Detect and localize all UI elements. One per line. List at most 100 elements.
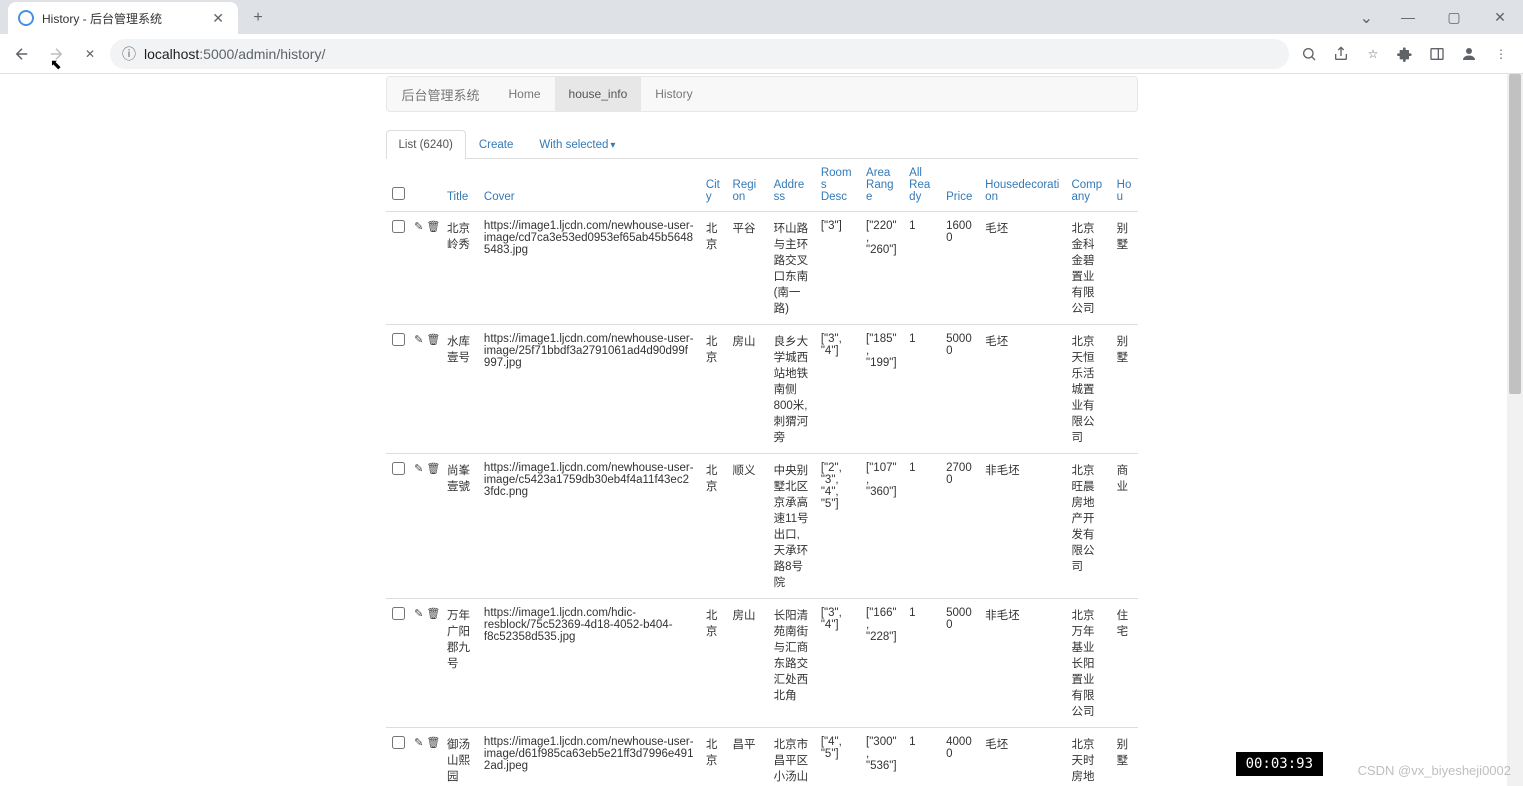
table-cell: https://image1.ljcdn.com/newhouse-user-i…	[478, 325, 700, 454]
row-checkbox[interactable]	[392, 736, 405, 749]
sidepanel-icon[interactable]	[1423, 40, 1451, 68]
row-checkbox[interactable]	[392, 462, 405, 475]
tab-list[interactable]: List (6240)	[386, 130, 466, 159]
site-info-icon[interactable]: ⓘ	[122, 44, 136, 64]
table-cell: 北京岭秀	[441, 212, 478, 325]
table-cell: ✎🗑	[408, 212, 441, 325]
tab-create[interactable]: Create	[466, 130, 527, 159]
new-tab-button[interactable]: +	[244, 4, 272, 32]
browser-tab[interactable]: History - 后台管理系统 ✕	[8, 2, 238, 34]
table-cell: 长阳清苑南街与汇商东路交汇处西北角	[768, 599, 815, 728]
tab-title: History - 后台管理系统	[42, 10, 200, 27]
column-header[interactable]: Address	[768, 159, 815, 212]
window-maximize-button[interactable]: ▢	[1431, 0, 1477, 34]
table-cell: 1	[903, 454, 940, 599]
back-button[interactable]	[8, 40, 36, 68]
table-cell: 住宅	[1111, 599, 1138, 728]
column-header[interactable]: Rooms Desc	[815, 159, 860, 212]
select-all-checkbox[interactable]	[392, 187, 405, 200]
column-header[interactable]: Cover	[478, 159, 700, 212]
table-cell: 毛坯	[979, 728, 1065, 786]
edit-icon[interactable]: ✎	[414, 736, 423, 749]
share-icon[interactable]	[1327, 40, 1355, 68]
edit-icon[interactable]: ✎	[414, 607, 423, 620]
column-header[interactable]: Company	[1065, 159, 1110, 212]
table-cell: https://image1.ljcdn.com/hdic-resblock/7…	[478, 599, 700, 728]
column-header[interactable]: Area Range	[860, 159, 903, 212]
nav-link-home[interactable]: Home	[495, 77, 555, 111]
table-cell: ["185", "199"]	[860, 325, 903, 454]
tab-close-button[interactable]: ✕	[208, 8, 228, 29]
column-header[interactable]: Hou	[1111, 159, 1138, 212]
column-header[interactable]: Title	[441, 159, 478, 212]
table-cell: ["3", "4"]	[815, 599, 860, 728]
table-cell: ["4", "5"]	[815, 728, 860, 786]
delete-icon[interactable]: 🗑	[426, 736, 440, 749]
table-row: ✎🗑万年广阳郡九号https://image1.ljcdn.com/hdic-r…	[386, 599, 1138, 728]
edit-icon[interactable]: ✎	[414, 220, 423, 233]
extensions-icon[interactable]	[1391, 40, 1419, 68]
table-cell: 北京	[700, 212, 727, 325]
table-cell: 北京市昌平区小汤山镇顺沙路99号院	[768, 728, 815, 786]
table-cell: ["2", "3", "4", "5"]	[815, 454, 860, 599]
column-header[interactable]: Housedecoration	[979, 159, 1065, 212]
favicon-icon	[18, 10, 34, 26]
table-cell: ["3"]	[815, 212, 860, 325]
menu-icon[interactable]: ⋮	[1487, 40, 1515, 68]
table-row: ✎🗑北京岭秀https://image1.ljcdn.com/newhouse-…	[386, 212, 1138, 325]
delete-icon[interactable]: 🗑	[426, 333, 440, 346]
table-cell: 1	[903, 728, 940, 786]
table-cell: 40000	[940, 728, 979, 786]
row-checkbox[interactable]	[392, 333, 405, 346]
stop-button[interactable]: ✕	[76, 40, 104, 68]
table-cell	[386, 454, 409, 599]
table-cell: 50000	[940, 325, 979, 454]
table-cell: 27000	[940, 454, 979, 599]
row-checkbox[interactable]	[392, 220, 405, 233]
column-header[interactable]: Price	[940, 159, 979, 212]
tabs-overflow-icon[interactable]: ⌄	[1360, 8, 1373, 28]
page-scrollbar[interactable]	[1507, 74, 1523, 786]
table-cell: 北京天时房地产开发有限公司	[1065, 728, 1110, 786]
column-header[interactable]: City	[700, 159, 727, 212]
table-cell: ["300", "536"]	[860, 728, 903, 786]
row-checkbox[interactable]	[392, 607, 405, 620]
browser-tab-bar: History - 后台管理系统 ✕ + ⌄ — ▢ ✕	[0, 0, 1523, 34]
table-cell: https://image1.ljcdn.com/newhouse-user-i…	[478, 728, 700, 786]
nav-link-history[interactable]: History	[641, 77, 706, 111]
table-cell: 别墅	[1111, 212, 1138, 325]
table-cell: 毛坯	[979, 212, 1065, 325]
window-close-button[interactable]: ✕	[1477, 0, 1523, 34]
delete-icon[interactable]: 🗑	[426, 220, 440, 233]
table-cell: 毛坯	[979, 325, 1065, 454]
address-bar: ✕ ⓘ localhost:5000/admin/history/ ☆ ⋮	[0, 34, 1523, 74]
column-header[interactable]: Region	[727, 159, 768, 212]
window-minimize-button[interactable]: —	[1385, 0, 1431, 34]
bookmark-icon[interactable]: ☆	[1359, 40, 1387, 68]
table-cell: 尚峯壹號	[441, 454, 478, 599]
forward-button[interactable]	[42, 40, 70, 68]
admin-navbar: 后台管理系统 Homehouse_infoHistory	[386, 76, 1138, 112]
table-cell: 1	[903, 325, 940, 454]
table-cell: 北京	[700, 325, 727, 454]
column-header[interactable]: All Ready	[903, 159, 940, 212]
navbar-brand[interactable]: 后台管理系统	[402, 85, 495, 104]
delete-icon[interactable]: 🗑	[426, 462, 440, 475]
nav-link-house_info[interactable]: house_info	[555, 77, 642, 111]
tab-with-selected[interactable]: With selected▾	[526, 130, 628, 159]
list-tabs: List (6240) Create With selected▾	[386, 130, 1138, 159]
table-cell: 北京金科金碧置业有限公司	[1065, 212, 1110, 325]
table-cell: ✎🗑	[408, 325, 441, 454]
delete-icon[interactable]: 🗑	[426, 607, 440, 620]
profile-icon[interactable]	[1455, 40, 1483, 68]
table-cell: 顺义	[727, 454, 768, 599]
table-cell: 良乡大学城西站地铁南侧800米,刺猬河旁	[768, 325, 815, 454]
edit-icon[interactable]: ✎	[414, 333, 423, 346]
data-table: TitleCoverCityRegionAddressRooms DescAre…	[386, 159, 1138, 786]
table-cell: 北京	[700, 454, 727, 599]
edit-icon[interactable]: ✎	[414, 462, 423, 475]
url-input[interactable]: ⓘ localhost:5000/admin/history/	[110, 39, 1289, 69]
table-cell: ["220", "260"]	[860, 212, 903, 325]
table-cell: 平谷	[727, 212, 768, 325]
zoom-icon[interactable]	[1295, 40, 1323, 68]
